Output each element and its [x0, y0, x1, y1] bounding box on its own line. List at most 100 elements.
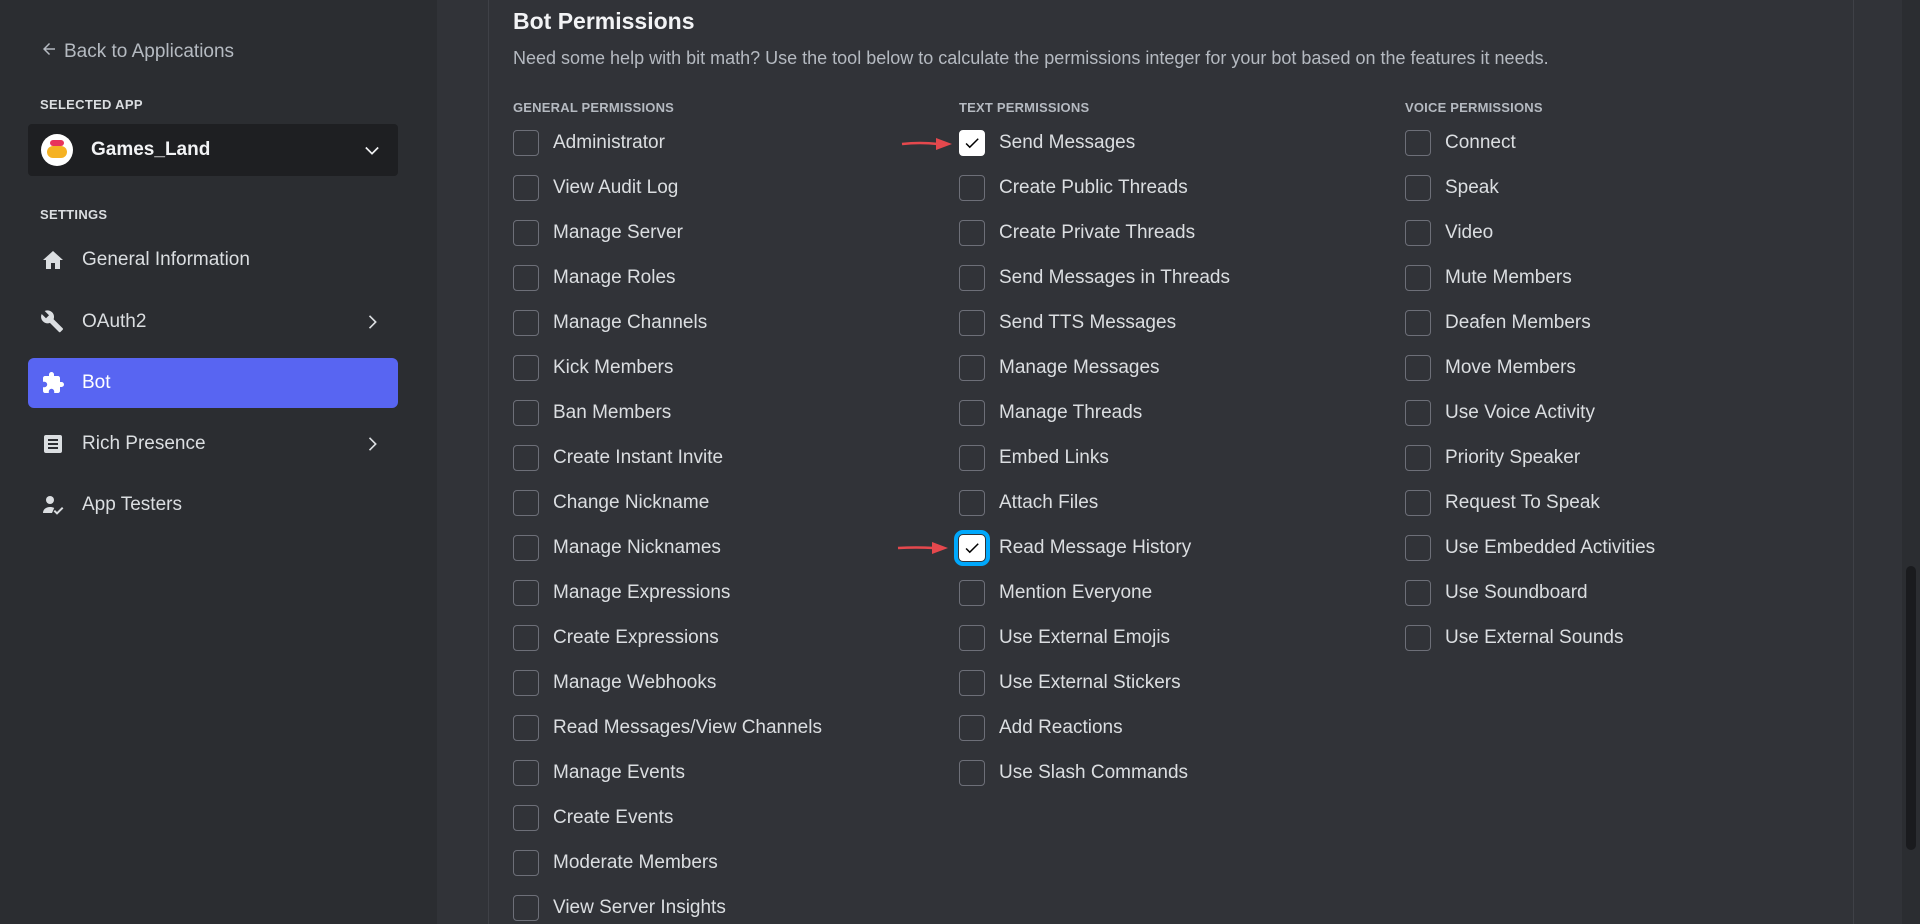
permission-create-private-threads[interactable]: Create Private Threads [959, 218, 1195, 248]
permission-ban-members[interactable]: Ban Members [513, 398, 671, 428]
checkbox[interactable] [959, 310, 985, 336]
sidebar-item-bot[interactable]: Bot [28, 358, 398, 408]
sidebar-item-rich-presence[interactable]: Rich Presence [28, 419, 398, 469]
checkbox[interactable] [959, 715, 985, 741]
permission-move-members[interactable]: Move Members [1405, 353, 1576, 383]
permission-manage-events[interactable]: Manage Events [513, 758, 685, 788]
checkbox[interactable] [513, 265, 539, 291]
permission-video[interactable]: Video [1405, 218, 1493, 248]
permission-create-expressions[interactable]: Create Expressions [513, 623, 719, 653]
checkbox[interactable] [959, 400, 985, 426]
checkbox[interactable] [513, 580, 539, 606]
back-to-applications-link[interactable]: Back to Applications [40, 40, 234, 64]
checkbox[interactable] [513, 625, 539, 651]
permission-mute-members[interactable]: Mute Members [1405, 263, 1572, 293]
app-selector[interactable]: Games_Land [28, 124, 398, 176]
permission-manage-threads[interactable]: Manage Threads [959, 398, 1142, 428]
checkbox[interactable] [1405, 220, 1431, 246]
permission-create-instant-invite[interactable]: Create Instant Invite [513, 443, 723, 473]
permission-use-slash-commands[interactable]: Use Slash Commands [959, 758, 1188, 788]
permission-administrator[interactable]: Administrator [513, 128, 665, 158]
checkbox[interactable] [1405, 355, 1431, 381]
permission-add-reactions[interactable]: Add Reactions [959, 713, 1123, 743]
permission-connect[interactable]: Connect [1405, 128, 1516, 158]
permission-mention-everyone[interactable]: Mention Everyone [959, 578, 1152, 608]
permission-kick-members[interactable]: Kick Members [513, 353, 673, 383]
permission-attach-files[interactable]: Attach Files [959, 488, 1098, 518]
checkbox[interactable] [513, 175, 539, 201]
permission-priority-speaker[interactable]: Priority Speaker [1405, 443, 1580, 473]
permission-label: Create Private Threads [999, 222, 1196, 243]
checkbox[interactable] [513, 130, 539, 156]
checkbox[interactable] [513, 400, 539, 426]
checkbox[interactable] [513, 895, 539, 921]
permission-use-external-emojis[interactable]: Use External Emojis [959, 623, 1170, 653]
checkbox[interactable] [513, 445, 539, 471]
permission-send-messages-in-threads[interactable]: Send Messages in Threads [959, 263, 1230, 293]
sidebar-item-app-testers[interactable]: App Testers [28, 480, 398, 530]
permission-moderate-members[interactable]: Moderate Members [513, 848, 718, 878]
permission-speak[interactable]: Speak [1405, 173, 1499, 203]
checkbox[interactable] [513, 805, 539, 831]
checkbox[interactable] [513, 760, 539, 786]
checkbox[interactable] [959, 760, 985, 786]
checkbox[interactable] [959, 625, 985, 651]
checkbox[interactable] [513, 670, 539, 696]
checkbox[interactable] [1405, 400, 1431, 426]
permission-view-audit-log[interactable]: View Audit Log [513, 173, 678, 203]
checkbox[interactable] [954, 530, 990, 566]
permission-manage-webhooks[interactable]: Manage Webhooks [513, 668, 716, 698]
checkbox[interactable] [959, 130, 985, 156]
permission-deafen-members[interactable]: Deafen Members [1405, 308, 1591, 338]
permission-embed-links[interactable]: Embed Links [959, 443, 1109, 473]
permission-manage-nicknames[interactable]: Manage Nicknames [513, 533, 721, 563]
checkbox[interactable] [1405, 490, 1431, 516]
checkbox[interactable] [1405, 535, 1431, 561]
checkbox[interactable] [1405, 265, 1431, 291]
checkbox[interactable] [513, 715, 539, 741]
checkbox[interactable] [513, 310, 539, 336]
checkbox[interactable] [1405, 580, 1431, 606]
permission-manage-server[interactable]: Manage Server [513, 218, 683, 248]
permission-create-events[interactable]: Create Events [513, 803, 673, 833]
permission-use-external-sounds[interactable]: Use External Sounds [1405, 623, 1624, 653]
permission-manage-expressions[interactable]: Manage Expressions [513, 578, 730, 608]
permission-send-messages[interactable]: Send Messages [959, 128, 1135, 158]
permission-manage-channels[interactable]: Manage Channels [513, 308, 707, 338]
permission-request-to-speak[interactable]: Request To Speak [1405, 488, 1600, 518]
checkbox[interactable] [1405, 175, 1431, 201]
checkbox[interactable] [513, 490, 539, 516]
checkbox[interactable] [959, 670, 985, 696]
checkbox[interactable] [959, 490, 985, 516]
permission-change-nickname[interactable]: Change Nickname [513, 488, 709, 518]
permission-read-messages-view-channels[interactable]: Read Messages/View Channels [513, 713, 822, 743]
checkbox[interactable] [959, 355, 985, 381]
permission-manage-messages[interactable]: Manage Messages [959, 353, 1160, 383]
permission-use-soundboard[interactable]: Use Soundboard [1405, 578, 1588, 608]
permission-create-public-threads[interactable]: Create Public Threads [959, 173, 1188, 203]
checkbox[interactable] [513, 850, 539, 876]
checkbox[interactable] [513, 535, 539, 561]
checkbox[interactable] [959, 445, 985, 471]
sidebar-item-general-information[interactable]: General Information [28, 235, 398, 285]
permission-use-embedded-activities[interactable]: Use Embedded Activities [1405, 533, 1655, 563]
permission-view-server-insights[interactable]: View Server Insights [513, 893, 726, 923]
checkbox[interactable] [1405, 625, 1431, 651]
checkbox[interactable] [959, 175, 985, 201]
checkbox[interactable] [1405, 310, 1431, 336]
permission-label: Manage Expressions [553, 582, 731, 603]
permission-read-message-history[interactable]: Read Message History [954, 530, 1191, 566]
checkbox[interactable] [959, 580, 985, 606]
checkbox[interactable] [1405, 130, 1431, 156]
sidebar-item-oauth2[interactable]: OAuth2 [28, 297, 398, 347]
scrollbar-thumb[interactable] [1906, 566, 1916, 850]
permission-use-external-stickers[interactable]: Use External Stickers [959, 668, 1181, 698]
checkbox[interactable] [513, 220, 539, 246]
permission-manage-roles[interactable]: Manage Roles [513, 263, 676, 293]
checkbox[interactable] [513, 355, 539, 381]
checkbox[interactable] [1405, 445, 1431, 471]
checkbox[interactable] [959, 265, 985, 291]
permission-send-tts-messages[interactable]: Send TTS Messages [959, 308, 1176, 338]
checkbox[interactable] [959, 220, 985, 246]
permission-use-voice-activity[interactable]: Use Voice Activity [1405, 398, 1595, 428]
